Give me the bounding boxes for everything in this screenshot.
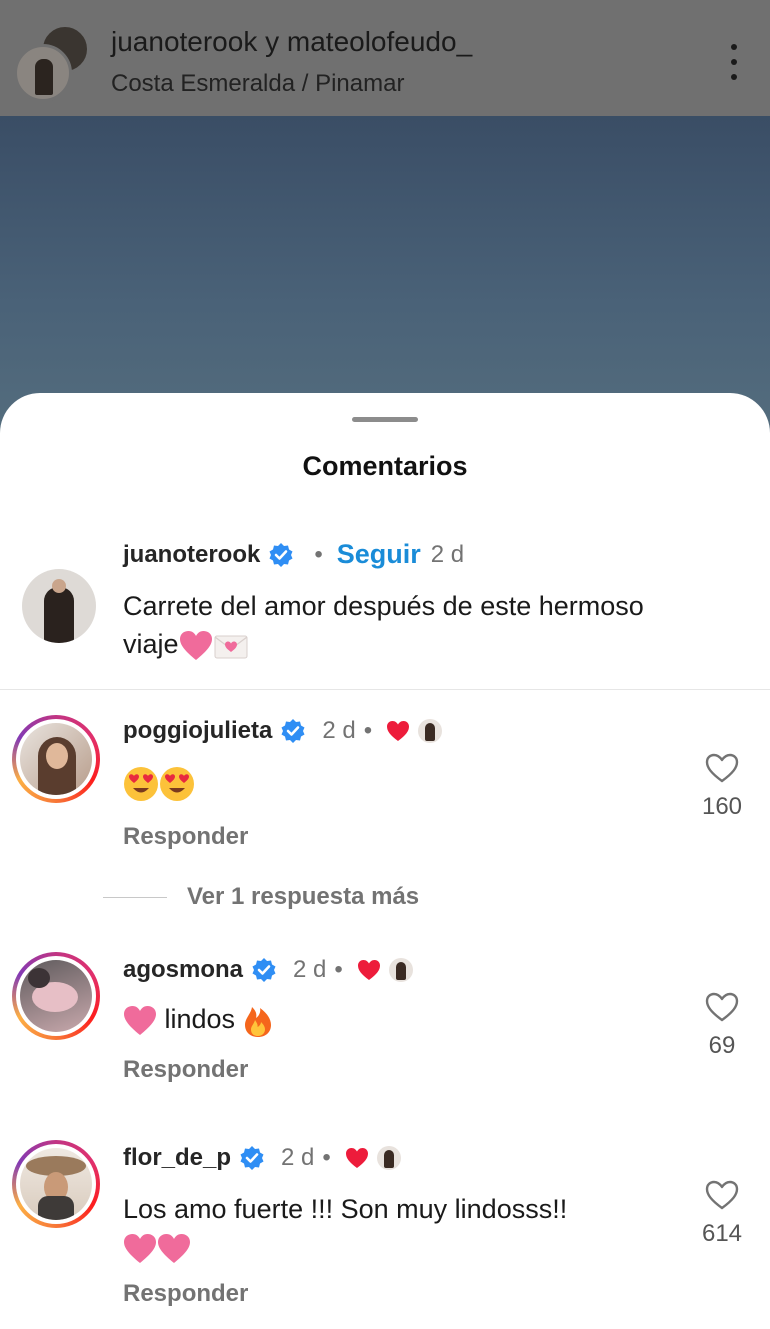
comment-text [123,763,195,802]
verified-badge-icon [281,719,305,743]
caption-line-1: Carrete del amor después de este hermoso [123,591,644,621]
caption-divider [0,689,770,690]
timestamp: 2 d [293,956,327,983]
comment-user-line: flor_de_p 2 d • [123,1144,401,1172]
like-count: 160 [701,793,743,820]
drag-handle[interactable] [352,417,418,422]
post-authors[interactable]: juanoterook y mateolofeudo_ [111,26,472,58]
author-liked-avatar [418,719,443,743]
comment-text: Los amo fuerte !!! Son muy lindosss!! [123,1190,567,1266]
more-options-icon[interactable] [724,44,744,80]
sheet-title: Comentarios [302,451,468,481]
story-ring-avatar[interactable] [12,952,100,1040]
red-heart-icon [387,721,410,741]
pink-heart-emoji [124,1233,156,1263]
username[interactable]: poggiojulieta [123,717,272,745]
like-group: 69 [692,992,752,1060]
comment-text-value: Los amo fuerte !!! Son muy lindosss!! [123,1194,568,1224]
separator-dot: • [314,540,323,568]
follow-button[interactable]: Seguir [337,539,421,570]
replies-line [103,896,167,898]
comment-text-value: lindos [164,1004,236,1034]
pink-heart-emoji [158,1233,190,1263]
collab-avatar-front[interactable] [14,44,72,102]
story-ring-avatar[interactable] [12,715,100,803]
timestamp: 2 d [281,1144,315,1171]
view-more-replies-label[interactable]: Ver 1 respuesta más [187,883,419,911]
reply-button[interactable]: Responder [123,1280,248,1308]
author-liked-avatar [388,958,413,982]
fire-emoji [244,1006,271,1037]
verified-badge-icon [269,542,293,567]
love-letter-emoji [214,635,248,659]
like-count: 69 [708,1032,736,1059]
caption-line-2-text: viaje [123,629,179,659]
author-liked-avatar [376,1146,401,1170]
username[interactable]: juanoterook [123,541,260,569]
pink-heart-emoji [179,630,212,660]
like-group: 614 [692,1180,752,1248]
post-location[interactable]: Costa Esmeralda / Pinamar [111,70,404,98]
verified-badge-icon [240,1146,264,1170]
caption-text: Carrete del amor después de este hermoso… [123,587,644,663]
comment-user-line: agosmona 2 d • [123,956,413,984]
verified-badge-icon [252,958,276,982]
heart-eyes-emoji [160,766,194,801]
comment-emoji-line [123,1228,567,1266]
like-count: 614 [701,1220,743,1247]
pink-heart-emoji [124,1005,156,1035]
avatar[interactable] [22,569,96,643]
view-more-replies[interactable]: Ver 1 respuesta más [103,883,419,911]
red-heart-icon [357,960,380,980]
heart-eyes-emoji [124,766,158,801]
like-group: 160 [692,753,752,821]
heart-outline-icon[interactable] [705,753,739,783]
reply-button[interactable]: Responder [123,1056,248,1084]
red-heart-icon [345,1148,368,1168]
heart-outline-icon[interactable] [705,1180,739,1210]
separator-dot: • [363,717,373,744]
reply-button[interactable]: Responder [123,823,248,851]
comment-text: lindos [123,1000,273,1038]
caption-user-line: juanoterook • Seguir 2 d [123,539,464,570]
comments-sheet: Comentarios juanoterook • Seguir 2 d Car… [0,393,770,1329]
heart-outline-icon[interactable] [705,992,739,1022]
story-ring-avatar[interactable] [12,1140,100,1228]
username[interactable]: flor_de_p [123,1144,231,1172]
comment-user-line: poggiojulieta 2 d • [123,717,443,745]
username[interactable]: agosmona [123,956,243,984]
separator-dot: • [334,956,343,983]
caption-line-2: viaje [123,625,644,663]
separator-dot: • [322,1144,331,1171]
timestamp: 2 d [322,717,356,744]
timestamp: 2 d [430,540,465,568]
post-header: juanoterook y mateolofeudo_ Costa Esmera… [0,0,770,116]
